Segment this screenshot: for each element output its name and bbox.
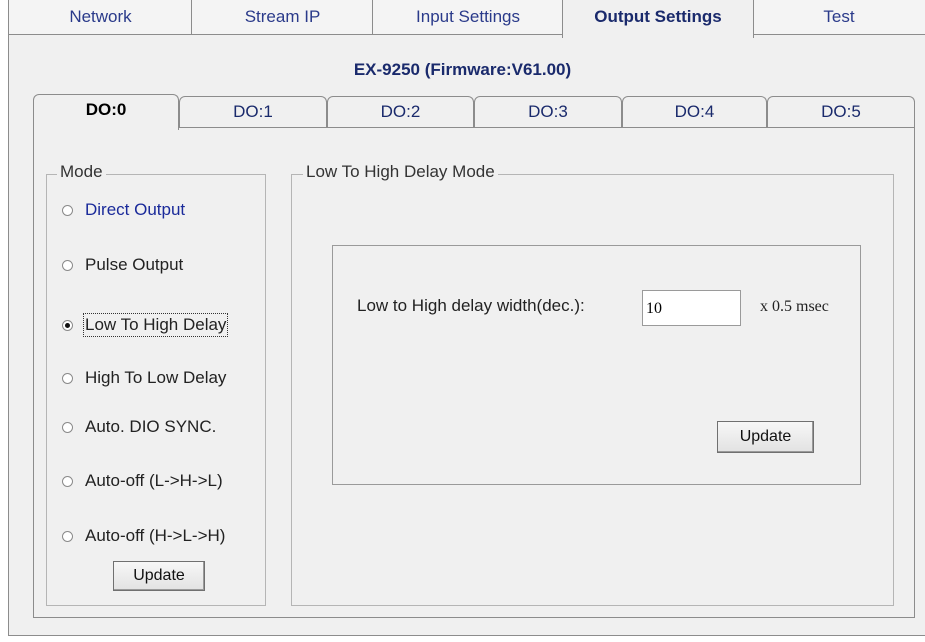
tab-do-5[interactable]: DO:5: [767, 96, 915, 128]
mode-legend: Mode: [57, 162, 106, 182]
radio-label: High To Low Delay: [85, 368, 227, 387]
tab-do-4[interactable]: DO:4: [622, 96, 767, 128]
delay-width-label: Low to High delay width(dec.):: [357, 296, 585, 315]
delay-mode-legend: Low To High Delay Mode: [303, 162, 498, 182]
tab-output-settings[interactable]: Output Settings: [562, 0, 754, 38]
radio-button[interactable]: [62, 475, 73, 487]
mode-update-button[interactable]: Update: [113, 561, 205, 591]
radio-label: Auto-off (H->L->H): [85, 526, 226, 545]
radio-button[interactable]: [62, 259, 73, 271]
tab-input-settings[interactable]: Input Settings: [372, 0, 564, 34]
radio-label: Auto-off (L->H->L): [85, 471, 223, 490]
tab-do-2[interactable]: DO:2: [327, 96, 474, 128]
mode-option-auto-dio-sync[interactable]: Auto. DIO SYNC.: [62, 416, 216, 438]
delay-width-input[interactable]: [642, 290, 741, 326]
radio-label: Direct Output: [85, 200, 186, 219]
radio-button[interactable]: [62, 204, 73, 216]
tab-do-0[interactable]: DO:0: [33, 94, 179, 130]
radio-button[interactable]: [62, 372, 73, 384]
radio-button[interactable]: [62, 530, 73, 542]
mode-option-auto-off-hlh[interactable]: Auto-off (H->L->H): [62, 525, 225, 547]
mode-option-low-to-high-delay[interactable]: Low To High Delay: [62, 313, 229, 337]
tab-do-3[interactable]: DO:3: [474, 96, 622, 128]
tab-network[interactable]: Network: [8, 0, 193, 34]
tab-stream-ip[interactable]: Stream IP: [191, 0, 374, 34]
radio-label: Pulse Output: [85, 255, 184, 274]
delay-update-button[interactable]: Update: [717, 421, 814, 453]
radio-label: Low To High Delay: [82, 313, 229, 337]
delay-unit-label: x 0.5 msec: [760, 298, 829, 315]
mode-option-direct-output[interactable]: Direct Output: [62, 199, 185, 221]
radio-button[interactable]: [62, 421, 73, 433]
tab-test[interactable]: Test: [752, 0, 925, 34]
mode-option-pulse-output[interactable]: Pulse Output: [62, 254, 183, 276]
mode-option-high-to-low-delay[interactable]: High To Low Delay: [62, 367, 226, 389]
mode-option-auto-off-lhl[interactable]: Auto-off (L->H->L): [62, 470, 223, 492]
radio-label: Auto. DIO SYNC.: [85, 417, 217, 436]
tab-do-1[interactable]: DO:1: [179, 96, 327, 128]
radio-button-selected[interactable]: [62, 319, 73, 331]
device-title: EX-9250 (Firmware:V61.00): [353, 60, 572, 79]
